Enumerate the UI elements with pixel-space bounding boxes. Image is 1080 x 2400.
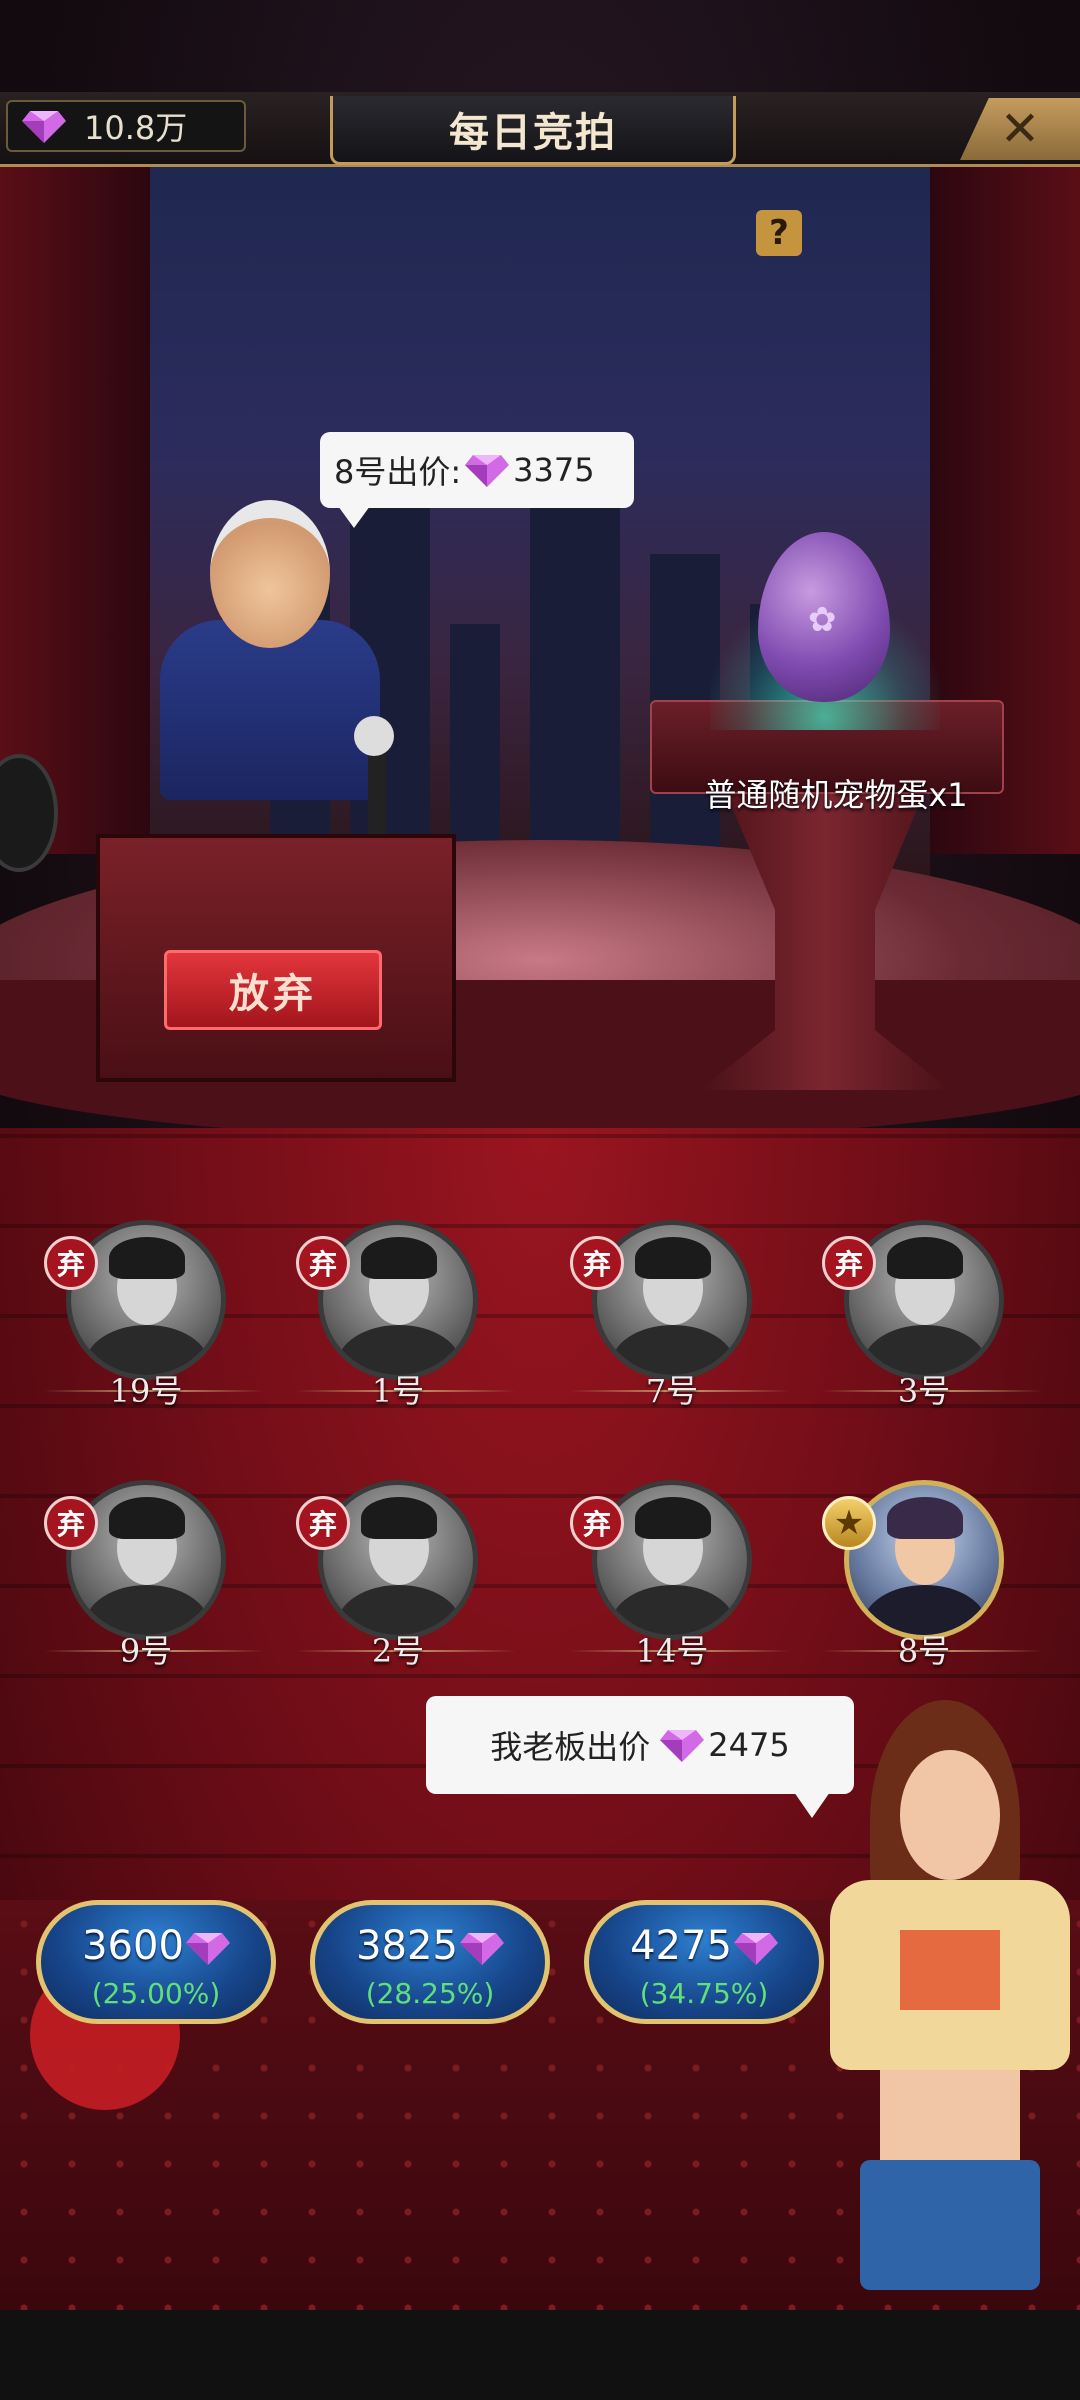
current-bid-bubble: 8号出价: 3375 (320, 432, 634, 528)
folded-badge: 弃 (570, 1496, 624, 1550)
bidder-name: 7号 (645, 1372, 699, 1410)
bid-amount: 4275 (630, 1923, 732, 1969)
bidder-name: 9号 (119, 1632, 173, 1670)
auctioneer (140, 490, 430, 850)
assistant-waist (880, 2070, 1020, 2160)
bidder-seat[interactable]: 弃 1号 (296, 1200, 516, 1410)
gem-balance-value: 10.8万 (84, 109, 188, 147)
gem-balance: 10.8万 (6, 100, 246, 152)
avatar-hair (109, 1497, 185, 1539)
folded-badge: 弃 (570, 1236, 624, 1290)
left-curtain (0, 164, 150, 854)
bidder-name: 8号 (897, 1632, 951, 1670)
folded-badge: 弃 (44, 1236, 98, 1290)
bid-option-button[interactable]: 4275 (34.75%) (584, 1900, 824, 2024)
bid-option-button[interactable]: 3600 (25.00%) (36, 1900, 276, 2024)
current-bid-prefix: 8号出价: (334, 453, 462, 491)
bidder-name: 2号 (371, 1632, 425, 1670)
current-bid-amount: 3375 (513, 451, 595, 489)
diamond-icon (22, 111, 66, 143)
bidder-seat[interactable]: 弃 9号 (44, 1460, 264, 1670)
building (530, 464, 620, 884)
navigation-bar-area (0, 2310, 1080, 2400)
assistant-bubble-prefix: 我老板出价 (490, 1728, 651, 1766)
assistant-shorts (860, 2160, 1040, 2290)
paw-icon: ✿ (808, 600, 837, 640)
bid-amount-row: 4275 (589, 1923, 819, 1969)
bid-percent: (25.00%) (91, 1977, 221, 2010)
page-title: 每日竞拍 (449, 110, 617, 156)
title-plate: 每日竞拍 (330, 96, 736, 165)
diamond-icon (185, 1933, 230, 1965)
close-icon: ✕ (999, 101, 1041, 157)
bidder-seat[interactable]: 弃 3号 (822, 1200, 1042, 1410)
folded-badge: 弃 (296, 1496, 350, 1550)
avatar-hair (635, 1237, 711, 1279)
give-up-button[interactable]: 放弃 (164, 950, 382, 1030)
diamond-icon (660, 1730, 705, 1762)
folded-badge: 弃 (296, 1236, 350, 1290)
bid-percent: (28.25%) (365, 1977, 495, 2010)
avatar-hair (109, 1237, 185, 1279)
bidder-seat[interactable]: 弃 19号 (44, 1200, 264, 1410)
bidder-name: 3号 (897, 1372, 951, 1410)
assistant-bubble: 我老板出价 2475 (426, 1696, 854, 1818)
assistant-face (900, 1750, 1000, 1880)
auctioneer-head (210, 500, 330, 648)
avatar-hair (887, 1497, 963, 1539)
question-mark-icon: ? (769, 213, 789, 253)
bid-amount: 3600 (82, 1923, 184, 1969)
avatar-hair (361, 1497, 437, 1539)
diamond-icon (733, 1933, 778, 1965)
bid-option-button[interactable]: 3825 (28.25%) (310, 1900, 550, 2024)
bidder-name: 1号 (371, 1372, 425, 1410)
avatar-hair (635, 1497, 711, 1539)
bidder-seat-player[interactable]: ★ 8号 (822, 1460, 1042, 1670)
help-button[interactable]: ? (756, 210, 802, 256)
bidder-seat[interactable]: 弃 14号 (570, 1460, 790, 1670)
star-icon: ★ (822, 1496, 876, 1550)
bidder-name: 14号 (635, 1632, 709, 1670)
bid-amount: 3825 (356, 1923, 458, 1969)
bid-amount-row: 3600 (41, 1923, 271, 1969)
folded-badge: 弃 (822, 1236, 876, 1290)
auction-stage: 10.8万 每日竞拍 ? ✕ 放弃 8号出价: 3375 ✿ 普通随机宠物蛋x1… (0, 0, 1080, 2310)
avatar-hair (887, 1237, 963, 1279)
diamond-icon (459, 1933, 504, 1965)
avatar-hair (361, 1237, 437, 1279)
bidder-name: 19号 (109, 1372, 183, 1410)
assistant-bubble-amount: 2475 (708, 1726, 790, 1764)
bid-amount-row: 3825 (315, 1923, 545, 1969)
bid-percent: (34.75%) (639, 1977, 769, 2010)
folded-badge: 弃 (44, 1496, 98, 1550)
assistant-top (900, 1930, 1000, 2010)
bidder-seat[interactable]: 弃 2号 (296, 1460, 516, 1670)
auction-item-name: 普通随机宠物蛋x1 (704, 776, 968, 814)
bidder-seat[interactable]: 弃 7号 (570, 1200, 790, 1410)
diamond-icon (465, 455, 510, 487)
